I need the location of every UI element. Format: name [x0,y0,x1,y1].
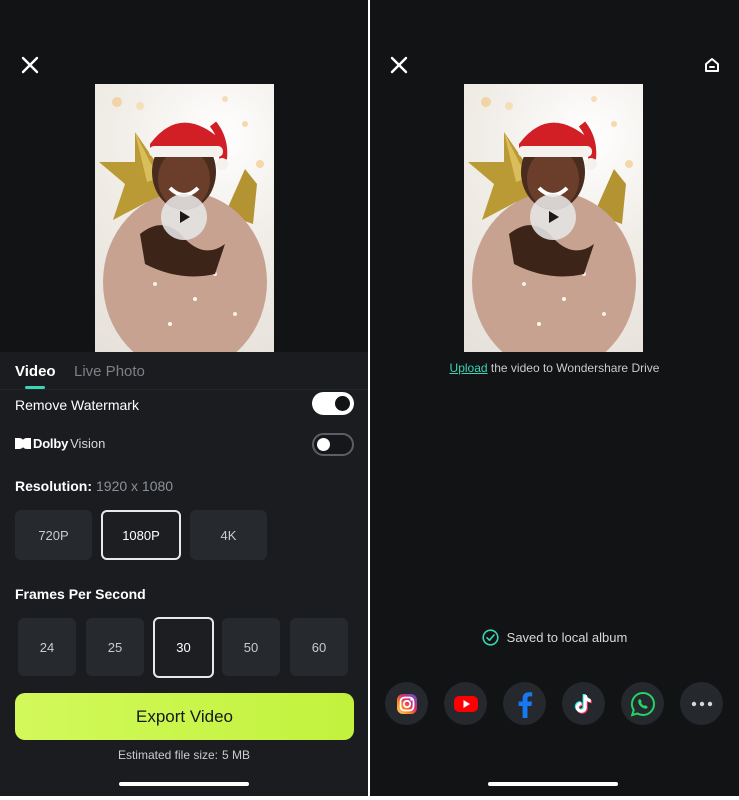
saved-status: Saved to local album [370,629,739,646]
export-video-button[interactable]: Export Video [15,693,354,740]
resolution-label: Resolution: [15,478,92,494]
estimated-size-value: 5 MB [222,748,251,762]
active-tab-indicator [25,386,45,389]
share-tiktok-button[interactable] [562,682,605,725]
remove-watermark-toggle[interactable] [312,392,354,415]
close-button[interactable] [385,51,413,79]
resolution-option-4k[interactable]: 4K [190,510,267,560]
resolution-option-1080p[interactable]: 1080P [101,510,181,560]
fps-option-30[interactable]: 30 [153,617,214,678]
upload-link[interactable]: Upload [450,361,488,375]
play-icon [549,211,559,223]
export-complete-screen: Upload the video to Wondershare Drive Sa… [370,0,739,796]
fps-option-60[interactable]: 60 [290,618,348,676]
play-button[interactable] [161,194,207,240]
export-settings-panel: Video Live Photo Remove Watermark Dolby … [0,352,368,796]
instagram-icon [396,693,417,714]
facebook-icon [518,691,532,718]
home-indicator [488,782,618,786]
close-button[interactable] [16,51,44,79]
video-preview[interactable] [95,84,274,352]
tiktok-icon [574,693,592,714]
dolby-product-text: Vision [70,436,106,451]
resolution-value: 1920 x 1080 [96,478,174,494]
tab-live-photo[interactable]: Live Photo [74,363,145,380]
resolution-heading: Resolution: 1920 x 1080 [15,478,173,494]
upload-to-drive-text: Upload the video to Wondershare Drive [370,361,739,375]
video-preview[interactable] [464,84,643,352]
toggle-knob [335,396,350,411]
estimated-size-label: Estimated file size: [117,748,219,762]
export-settings-screen: Video Live Photo Remove Watermark Dolby … [0,0,368,796]
remove-watermark-label: Remove Watermark [15,397,139,413]
check-circle-icon [482,629,499,646]
estimated-file-size: Estimated file size: 5 MB [0,748,368,762]
dolby-vision-toggle[interactable] [312,433,354,456]
play-icon [180,211,190,223]
share-youtube-button[interactable] [444,682,487,725]
dolby-brand-text: Dolby [33,436,69,451]
home-button[interactable] [699,52,725,78]
more-icon [691,701,712,706]
toggle-knob [317,438,330,451]
share-whatsapp-button[interactable] [621,682,664,725]
home-indicator [119,782,249,786]
tab-bar: Video Live Photo [0,352,368,390]
upload-description: the video to Wondershare Drive [487,361,660,375]
share-more-button[interactable] [680,682,723,725]
whatsapp-icon [630,691,655,716]
close-icon [390,56,408,74]
tab-video[interactable]: Video [15,363,56,380]
dolby-vision-label: Dolby Vision [15,436,105,451]
dolby-logo-icon [15,438,31,449]
share-targets [385,682,723,726]
share-instagram-button[interactable] [385,682,428,725]
youtube-icon [453,695,478,712]
saved-status-text: Saved to local album [506,630,628,645]
home-icon [705,58,719,72]
fps-heading: Frames Per Second [15,586,146,602]
close-icon [21,56,39,74]
fps-option-25[interactable]: 25 [86,618,144,676]
fps-option-24[interactable]: 24 [18,618,76,676]
share-facebook-button[interactable] [503,682,546,725]
resolution-option-720p[interactable]: 720P [15,510,92,560]
fps-option-50[interactable]: 50 [222,618,280,676]
play-button[interactable] [530,194,576,240]
